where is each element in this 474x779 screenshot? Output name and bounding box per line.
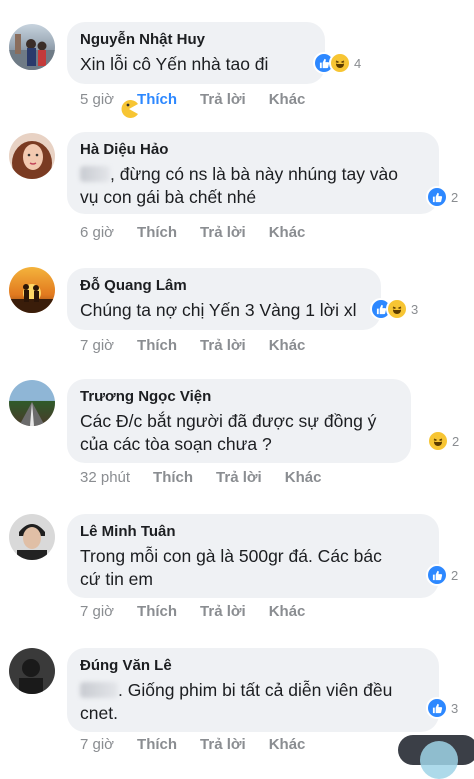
reaction-summary[interactable]: 3: [426, 697, 458, 719]
comment-time[interactable]: 32 phút: [80, 469, 130, 486]
like-reaction-icon: [426, 697, 448, 719]
like-link[interactable]: Thích: [137, 736, 177, 753]
reaction-count: 4: [354, 55, 362, 71]
more-link[interactable]: Khác: [285, 469, 322, 486]
more-link[interactable]: Khác: [269, 337, 306, 354]
comment-time[interactable]: 5 giờ: [80, 91, 114, 108]
comment-text: , đừng có ns là bà này nhúng tay vào vụ …: [80, 164, 399, 207]
reaction-summary[interactable]: 3: [370, 298, 418, 320]
comment-text: Trong mỗi con gà là 500gr đá. Các bác cứ…: [80, 546, 382, 589]
reaction-count: 2: [451, 189, 459, 205]
comment-text: Các Đ/c bắt người đã được sự đồng ý của …: [80, 411, 377, 454]
comment-time[interactable]: 7 giờ: [80, 337, 114, 354]
like-link[interactable]: Thích: [137, 603, 177, 620]
avatar-photo-icon: [12, 141, 52, 179]
comment-text: Chúng ta nợ chị Yến 3 Vàng 1 lời xl: [80, 300, 357, 320]
avatar[interactable]: [9, 514, 55, 560]
comment-time[interactable]: 6 giờ: [80, 224, 114, 241]
avatar-photo-icon: [17, 524, 47, 560]
comment-author[interactable]: Hà Diệu Hảo: [80, 140, 425, 159]
comment-actions: 7 giờ Thích Trả lời Khác: [80, 337, 328, 354]
reaction-summary[interactable]: 4: [313, 52, 361, 74]
reaction-count: 2: [451, 567, 459, 583]
comment-actions: 7 giờ Thích Trả lời Khác: [80, 736, 328, 753]
comment-bubble[interactable]: Trương Ngọc Viện Các Đ/c bắt người đã đư…: [67, 379, 411, 463]
comment-author[interactable]: Trương Ngọc Viện: [80, 387, 397, 406]
comment-bubble[interactable]: Lê Minh Tuân Trong mỗi con gà là 500gr đ…: [67, 514, 439, 598]
like-link[interactable]: Thích: [137, 337, 177, 354]
like-link[interactable]: Thích: [137, 224, 177, 241]
reply-link[interactable]: Trả lời: [200, 91, 246, 108]
reaction-count: 2: [452, 433, 460, 449]
comment-bubble[interactable]: Đỗ Quang Lâm Chúng ta nợ chị Yến 3 Vàng …: [67, 268, 381, 330]
avatar[interactable]: [9, 133, 55, 179]
more-link[interactable]: Khác: [269, 91, 306, 108]
redacted-name: [80, 682, 118, 698]
floating-chat-head[interactable]: [398, 735, 474, 779]
more-link[interactable]: Khác: [269, 603, 306, 620]
comment-text: . Giống phim bi tất cả diễn viên đều cne…: [80, 680, 393, 723]
reply-link[interactable]: Trả lời: [200, 224, 246, 241]
like-link[interactable]: Thích: [137, 91, 177, 108]
reply-link[interactable]: Trả lời: [200, 736, 246, 753]
avatar[interactable]: [9, 24, 55, 70]
redacted-name: [80, 166, 110, 182]
haha-reaction-icon: [329, 52, 351, 74]
reaction-summary[interactable]: 2: [427, 430, 459, 452]
reaction-summary[interactable]: 2: [426, 186, 458, 208]
avatar[interactable]: [9, 648, 55, 694]
avatar-photo-icon: [19, 402, 45, 426]
reply-link[interactable]: Trả lời: [200, 337, 246, 354]
avatar-photo-icon: [19, 659, 43, 694]
reply-link[interactable]: Trả lời: [200, 603, 246, 620]
comment-author[interactable]: Lê Minh Tuân: [80, 522, 425, 541]
reaction-count: 3: [411, 301, 419, 317]
like-reaction-icon: [426, 186, 448, 208]
comment-author[interactable]: Đỗ Quang Lâm: [80, 276, 367, 295]
comment-author[interactable]: Nguyễn Nhật Huy: [80, 30, 311, 49]
reply-link[interactable]: Trả lời: [216, 469, 262, 486]
avatar-photo-icon: [9, 34, 55, 70]
comment-bubble[interactable]: Đúng Văn Lê . Giống phim bi tất cả diễn …: [67, 648, 439, 732]
comment-author[interactable]: Đúng Văn Lê: [80, 656, 425, 675]
comment-actions: 32 phút Thích Trả lời Khác: [80, 469, 344, 486]
avatar[interactable]: [9, 380, 55, 426]
comment-bubble[interactable]: Nguyễn Nhật Huy Xin lỗi cô Yến nhà tao đ…: [67, 22, 325, 118]
avatar[interactable]: [9, 267, 55, 313]
comment-actions: 5 giờ Thích Trả lời Khác: [80, 91, 328, 108]
reaction-count: 3: [451, 700, 459, 716]
more-link[interactable]: Khác: [269, 224, 306, 241]
comment-time[interactable]: 7 giờ: [80, 603, 114, 620]
chat-head-icon: [420, 741, 458, 779]
avatar-photo-icon: [9, 284, 55, 313]
comment-time[interactable]: 7 giờ: [80, 736, 114, 753]
reaction-summary[interactable]: 2: [426, 564, 458, 586]
more-link[interactable]: Khác: [269, 736, 306, 753]
haha-reaction-icon: [427, 430, 449, 452]
haha-reaction-icon: [386, 298, 408, 320]
comment-actions: 6 giờ Thích Trả lời Khác: [80, 224, 328, 241]
comment-text: Xin lỗi cô Yến nhà tao đi: [80, 53, 311, 125]
comment-actions: 7 giờ Thích Trả lời Khác: [80, 603, 328, 620]
comment-bubble[interactable]: Hà Diệu Hảo , đừng có ns là bà này nhúng…: [67, 132, 439, 214]
like-reaction-icon: [426, 564, 448, 586]
like-link[interactable]: Thích: [153, 469, 193, 486]
